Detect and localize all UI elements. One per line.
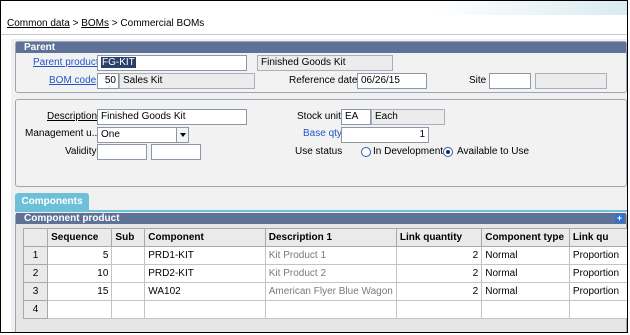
parent-product-label[interactable]: Parent product — [33, 56, 99, 70]
cell-component-type[interactable]: Normal — [481, 246, 570, 265]
tab-underline — [15, 210, 627, 212]
cell-link-quantity[interactable]: 2 — [395, 246, 483, 265]
top-bar: Common data > BOMs > Commercial BOMs — [1, 1, 627, 35]
column-header-link-quantity[interactable]: Link quantity — [395, 228, 483, 247]
column-header-component[interactable]: Component — [144, 228, 266, 247]
cell-sequence[interactable] — [47, 300, 113, 319]
table-header-row: Sequence Sub Component Description 1 Lin… — [22, 228, 627, 247]
cell-sub[interactable] — [111, 300, 146, 319]
reference-date-label: Reference date — [289, 75, 358, 86]
components-table: Sequence Sub Component Description 1 Lin… — [22, 228, 627, 319]
bom-code-field[interactable]: 50 — [97, 73, 119, 89]
cell-component-type[interactable]: Normal — [481, 282, 570, 301]
cell-link-quantity[interactable]: 2 — [395, 264, 483, 283]
validity-to-field[interactable] — [151, 144, 201, 160]
cell-link-qu[interactable]: Proportion — [568, 282, 627, 301]
cell-component[interactable]: PRD1-KIT — [144, 246, 266, 265]
site-description — [535, 73, 607, 89]
cell-link-qu[interactable] — [568, 300, 627, 319]
cell-description[interactable]: Kit Product 1 — [264, 246, 397, 265]
reference-date-field[interactable]: 06/26/15 — [357, 73, 427, 89]
base-qty-field[interactable]: 1 — [341, 127, 429, 143]
base-qty-label: Base qty — [303, 128, 342, 139]
cell-component-type[interactable] — [481, 300, 570, 319]
column-header-link-qu[interactable]: Link qu — [568, 228, 627, 247]
description-label[interactable]: Description — [47, 110, 97, 124]
table-row[interactable]: 3 15 WA102 American Flyer Blue Wagon 2 N… — [22, 282, 627, 301]
form-area: Parent Parent product FG-KIT Finished Go… — [11, 39, 627, 332]
description-field[interactable]: Finished Goods Kit — [97, 109, 247, 125]
parent-section-header: Parent — [16, 42, 626, 53]
column-header-sequence[interactable]: Sequence — [47, 228, 113, 247]
management-unit-value: One — [101, 129, 120, 140]
use-status-label: Use status — [295, 146, 343, 157]
breadcrumb-separator: > — [109, 18, 121, 29]
cell-description[interactable] — [264, 300, 397, 319]
stock-unit-description: Each — [371, 109, 445, 125]
cell-link-quantity[interactable] — [395, 300, 483, 319]
breadcrumb-current: Commercial BOMs — [120, 18, 205, 29]
cell-sequence[interactable]: 10 — [47, 264, 113, 283]
use-status-available-radio[interactable] — [443, 147, 453, 157]
row-number[interactable]: 4 — [22, 300, 49, 319]
table-row[interactable]: 1 5 PRD1-KIT Kit Product 1 2 Normal Prop… — [22, 246, 627, 265]
breadcrumb: Common data > BOMs > Commercial BOMs — [7, 18, 204, 29]
use-status-in-development-label: In Development — [373, 146, 444, 157]
cell-link-quantity[interactable]: 2 — [395, 282, 483, 301]
cell-component[interactable]: PRD2-KIT — [144, 264, 266, 283]
parent-product-field[interactable]: FG-KIT — [97, 55, 247, 71]
stock-unit-label: Stock unit — [297, 111, 341, 122]
breadcrumb-common-data[interactable]: Common data — [7, 18, 70, 29]
breadcrumb-boms[interactable]: BOMs — [81, 18, 109, 29]
column-header-component-type[interactable]: Component type — [481, 228, 570, 247]
row-number[interactable]: 3 — [22, 282, 49, 301]
component-section-header: Component product + — [16, 213, 626, 224]
row-number[interactable]: 2 — [22, 264, 49, 283]
parent-product-value: FG-KIT — [101, 57, 136, 68]
site-field[interactable] — [489, 73, 531, 89]
cell-sub[interactable] — [111, 246, 146, 265]
cell-component-type[interactable]: Normal — [481, 264, 570, 283]
cell-link-qu[interactable]: Proportion — [568, 246, 627, 265]
management-unit-select[interactable]: One — [97, 127, 189, 143]
site-label: Site — [469, 75, 487, 86]
use-status-in-development-radio[interactable] — [361, 147, 371, 157]
parent-product-description: Finished Goods Kit — [257, 55, 393, 71]
use-status-available-label: Available to Use — [457, 146, 530, 157]
top-divider — [1, 34, 627, 35]
cell-sub[interactable] — [111, 264, 146, 283]
cell-sub[interactable] — [111, 282, 146, 301]
component-section-title: Component product — [24, 213, 120, 224]
header-decoration — [429, 1, 627, 15]
table-row[interactable]: 4 — [22, 300, 627, 319]
row-number[interactable]: 1 — [22, 246, 49, 265]
cell-sequence[interactable]: 5 — [47, 246, 113, 265]
validity-label: Validity — [65, 146, 97, 157]
cell-sequence[interactable]: 15 — [47, 282, 113, 301]
bom-code-description: Sales Kit — [119, 73, 255, 89]
plus-icon[interactable]: + — [615, 214, 624, 223]
cell-description[interactable]: Kit Product 2 — [264, 264, 397, 283]
chevron-down-icon[interactable] — [176, 128, 188, 142]
cell-component[interactable]: WA102 — [144, 282, 266, 301]
cell-link-qu[interactable]: Proportion — [568, 264, 627, 283]
column-header-description[interactable]: Description 1 — [264, 228, 397, 247]
management-unit-label: Management u... — [25, 128, 101, 139]
column-header-sub[interactable]: Sub — [111, 228, 146, 247]
bom-code-label[interactable]: BOM code — [49, 74, 96, 88]
tab-components[interactable]: Components — [15, 193, 89, 211]
app-window: Common data > BOMs > Commercial BOMs Par… — [0, 0, 628, 333]
cell-component[interactable] — [144, 300, 266, 319]
table-row[interactable]: 2 10 PRD2-KIT Kit Product 2 2 Normal Pro… — [22, 264, 627, 283]
column-header-row-number — [22, 228, 49, 247]
breadcrumb-separator: > — [69, 18, 82, 29]
cell-description[interactable]: American Flyer Blue Wagon — [264, 282, 397, 301]
validity-from-field[interactable] — [97, 144, 147, 160]
stock-unit-field[interactable]: EA — [341, 109, 371, 125]
